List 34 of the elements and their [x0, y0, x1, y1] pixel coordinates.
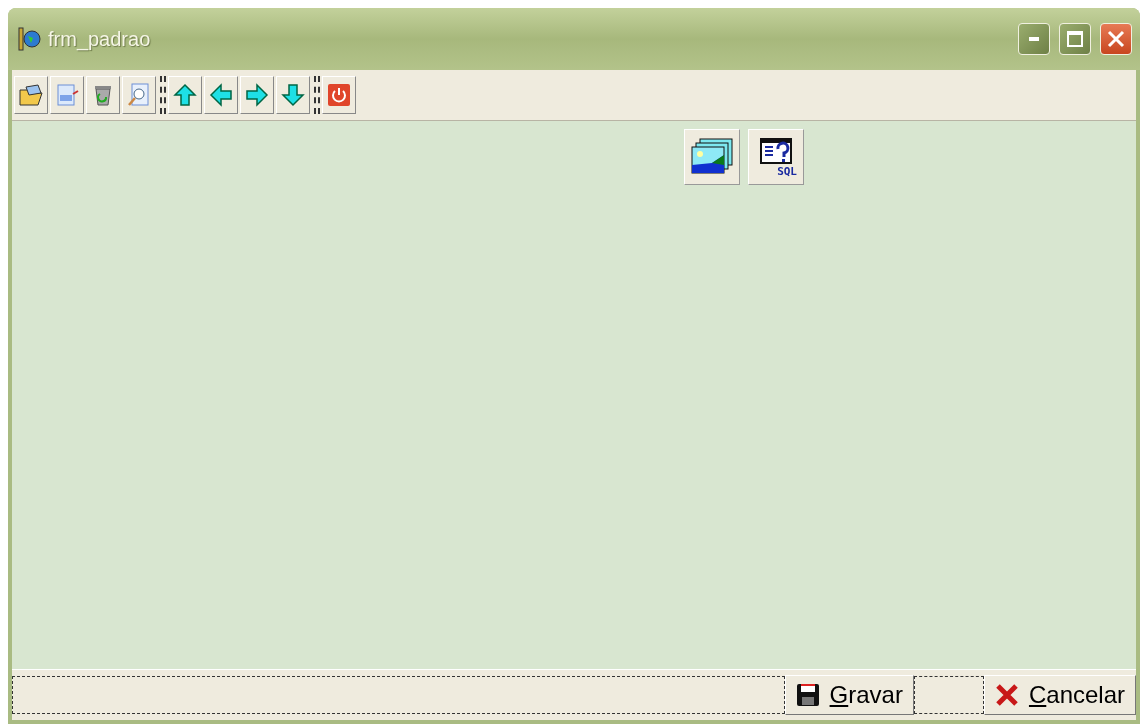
image-button[interactable]	[684, 129, 740, 185]
down-arrow-icon	[280, 82, 306, 108]
power-icon	[326, 82, 352, 108]
sql-query-button[interactable]: SQL	[748, 129, 804, 185]
cancel-button[interactable]: Cancelar	[983, 675, 1136, 715]
folder-icon	[18, 82, 44, 108]
query-form-icon	[759, 136, 793, 165]
search-button[interactable]	[122, 76, 156, 114]
maximize-icon	[1066, 30, 1084, 48]
minimize-icon	[1029, 37, 1039, 41]
image-stack-icon	[690, 137, 734, 177]
open-button[interactable]	[14, 76, 48, 114]
right-button[interactable]	[240, 76, 274, 114]
down-button[interactable]	[276, 76, 310, 114]
delete-button[interactable]	[86, 76, 120, 114]
preview-icon	[126, 82, 152, 108]
save-button[interactable]	[50, 76, 84, 114]
close-button[interactable]	[1100, 23, 1132, 55]
dashed-panel	[913, 676, 984, 714]
x-mark-icon	[994, 683, 1019, 707]
save-button[interactable]: Gravar	[784, 675, 914, 715]
sql-label: SQL	[777, 164, 797, 178]
close-icon	[1107, 30, 1125, 48]
left-arrow-icon	[208, 82, 234, 108]
minimize-button[interactable]	[1018, 23, 1050, 55]
app-icon	[16, 26, 42, 52]
up-button[interactable]	[168, 76, 202, 114]
up-arrow-icon	[172, 82, 198, 108]
window-title: frm_padrao	[48, 27, 152, 51]
maximize-button[interactable]	[1059, 23, 1091, 55]
right-arrow-icon	[244, 82, 270, 108]
exit-button[interactable]	[322, 76, 356, 114]
left-button[interactable]	[204, 76, 238, 114]
document-icon	[54, 82, 80, 108]
